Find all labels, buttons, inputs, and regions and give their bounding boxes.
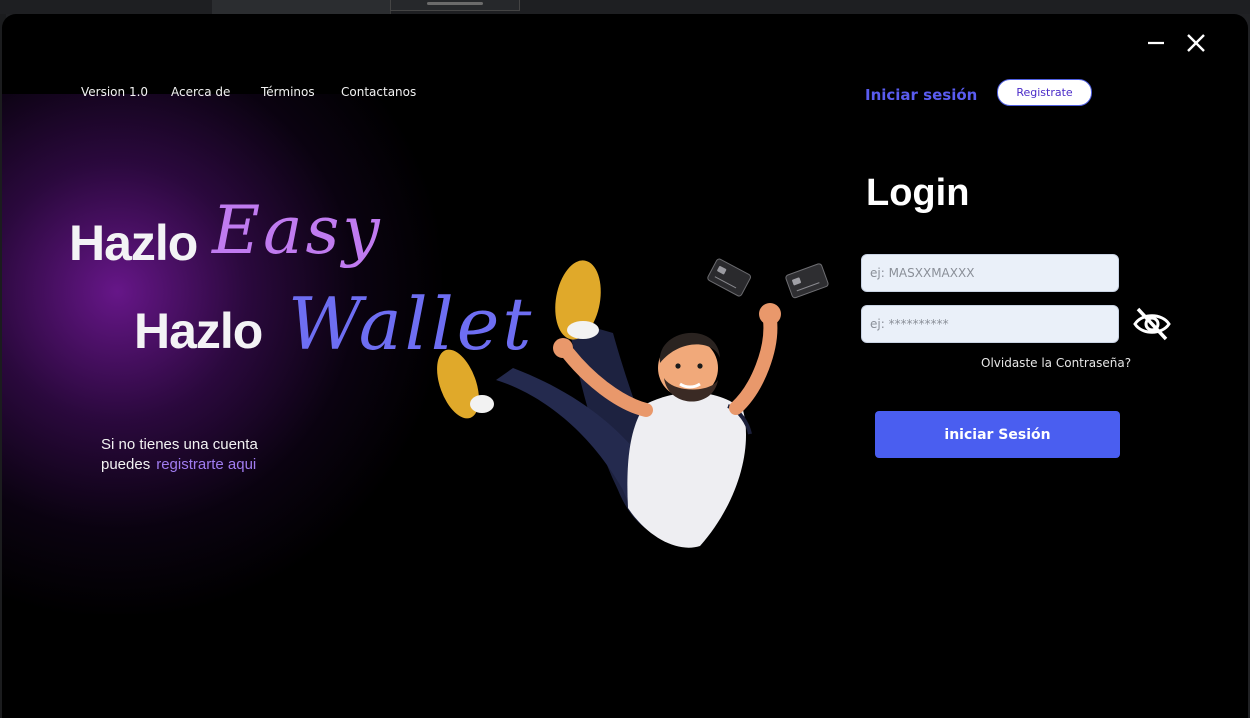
background-editor-tab [212,0,391,14]
password-input[interactable] [861,305,1119,343]
login-window: Version 1.0 Acerca de Términos Contactan… [2,14,1248,718]
eye-slash-icon [1133,307,1171,341]
close-icon [1187,34,1205,52]
header-login-link[interactable]: Iniciar sesión [865,86,977,104]
header-register-button[interactable]: Registrate [997,79,1092,106]
toggle-password-visibility[interactable] [1130,305,1174,343]
credit-card-icon [707,258,751,297]
login-submit-button[interactable]: iniciar Sesión [875,411,1120,458]
login-title: Login [866,172,970,214]
falling-man-illustration [437,258,829,548]
nav-about[interactable]: Acerca de [171,85,230,103]
nav-version[interactable]: Version 1.0 [81,85,148,103]
username-input[interactable] [861,254,1119,292]
headline-hazlo-1: Hazlo [69,215,198,271]
background-editor-tabbar [0,0,1250,14]
nav-terms[interactable]: Términos [261,85,315,103]
close-button[interactable] [1181,28,1211,58]
signup-prompt-line-1: Si no tienes una cuenta [101,436,258,453]
minimize-button[interactable] [1141,28,1171,58]
forgot-password-link[interactable]: Olvidaste la Contraseña? [981,356,1131,370]
headline-hazlo-2: Hazlo [134,303,263,359]
signup-prompt-prefix: puedes [101,456,151,473]
minimize-icon [1148,41,1164,45]
headline-easy-script: Easy [212,192,383,269]
signup-prompt-line-2: puedes registrarte aqui [101,456,256,473]
nav-contact[interactable]: Contactanos [341,85,416,103]
signup-link[interactable]: registrarte aqui [156,456,256,473]
background-editor-tab-active [390,0,520,11]
credit-card-icon [785,263,829,299]
